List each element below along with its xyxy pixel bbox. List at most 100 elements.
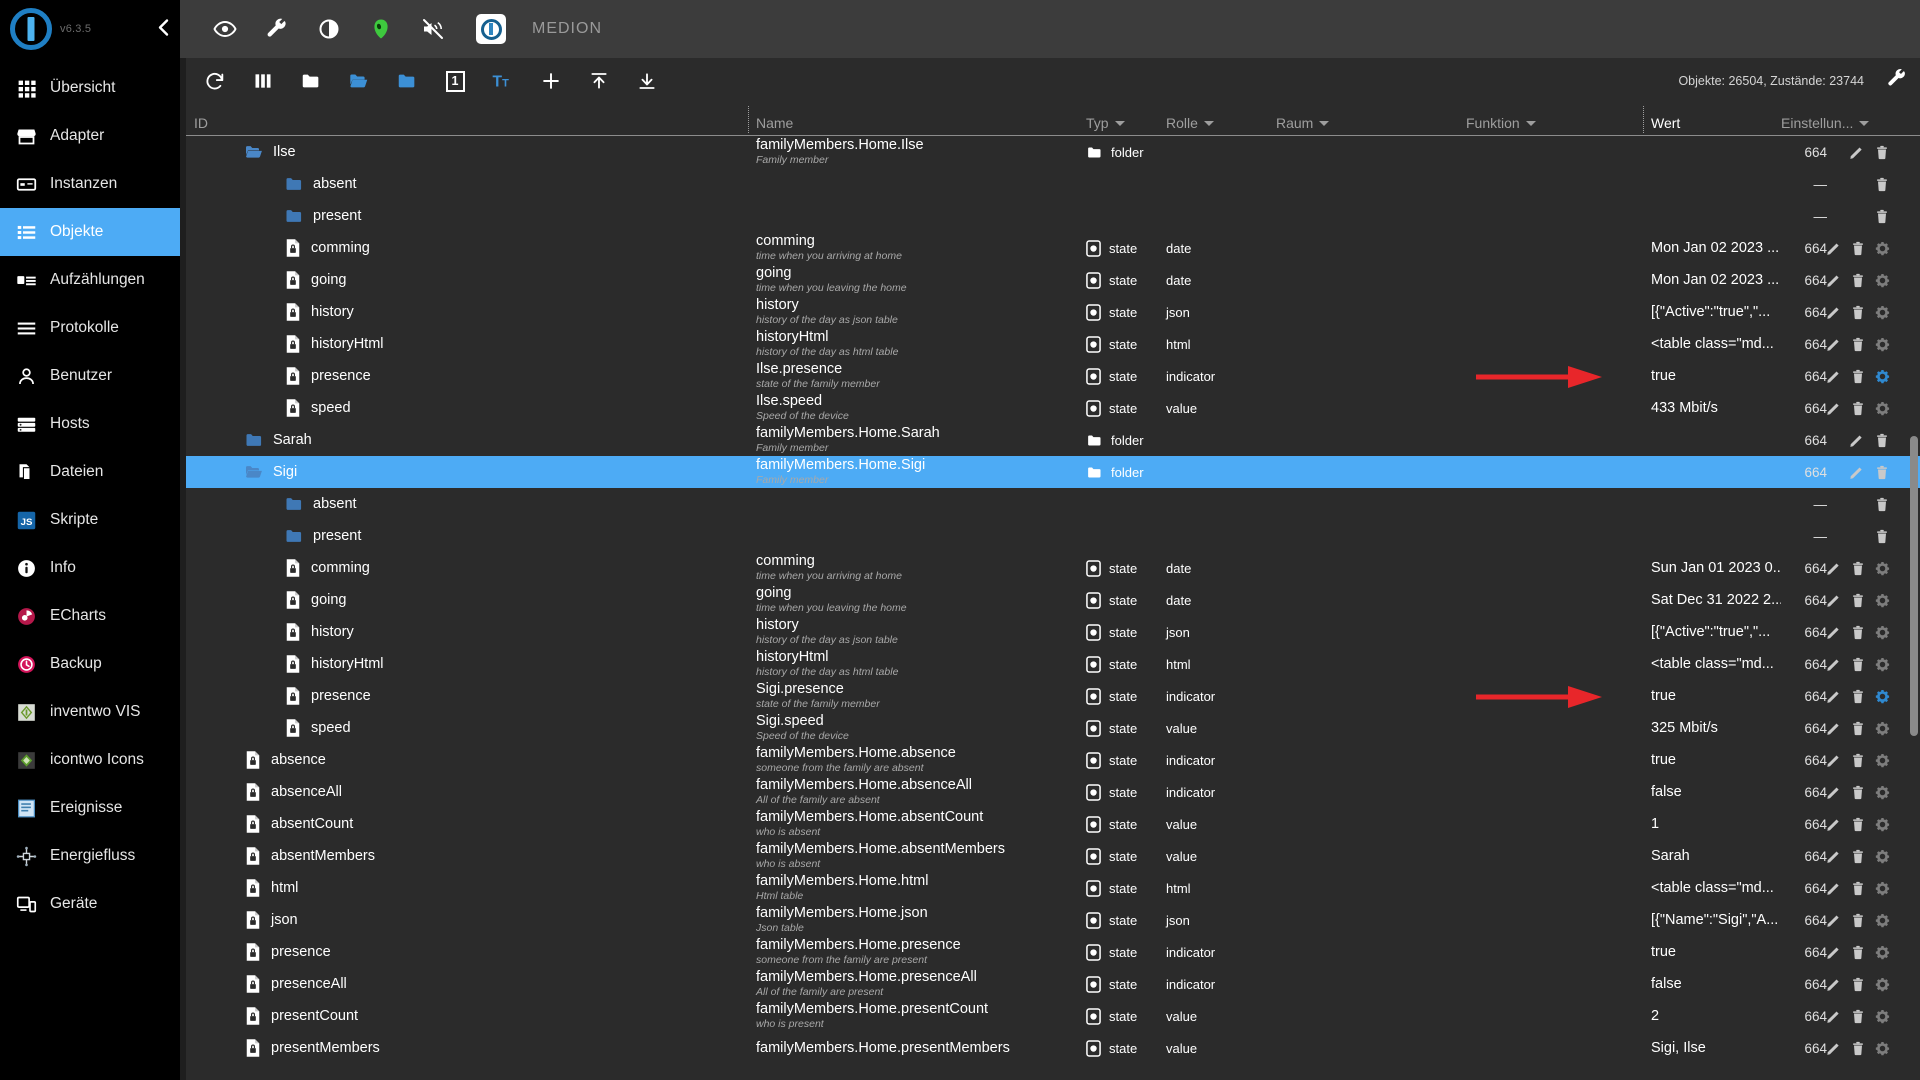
settings-gear-icon[interactable]	[1874, 655, 1891, 673]
table-row[interactable]: absent —	[186, 488, 1920, 520]
columns-button[interactable]	[248, 66, 278, 96]
settings-gear-icon[interactable]	[1874, 687, 1891, 705]
cell-wert[interactable]: Sat Dec 31 2022 2...	[1651, 592, 1781, 608]
column-header-id[interactable]: ID	[186, 104, 756, 135]
table-row[interactable]: speed Sigi.speed Speed of the device state v…	[186, 712, 1920, 744]
cell-id[interactable]: comming	[186, 552, 756, 584]
cell-id[interactable]: history	[186, 296, 756, 328]
edit-icon[interactable]	[1825, 783, 1842, 801]
alien-head-icon[interactable]	[366, 14, 396, 44]
delete-icon[interactable]	[1850, 335, 1866, 353]
cell-id[interactable]: presence	[186, 936, 756, 968]
cell-wert[interactable]: false	[1651, 784, 1781, 800]
edit-icon[interactable]	[1825, 719, 1842, 737]
cell-wert[interactable]: 2	[1651, 1008, 1781, 1024]
table-row[interactable]: presentMembers familyMembers.Home.present…	[186, 1032, 1920, 1064]
edit-icon[interactable]	[1825, 239, 1842, 257]
cell-wert[interactable]: false	[1651, 976, 1781, 992]
cell-wert[interactable]: <table class="md...	[1651, 656, 1781, 672]
settings-gear-icon[interactable]	[1874, 271, 1891, 289]
folder-icon[interactable]	[284, 174, 304, 194]
cell-id[interactable]: absence	[186, 744, 756, 776]
folder-icon[interactable]	[284, 206, 304, 226]
table-row[interactable]: history history history of the day as json…	[186, 616, 1920, 648]
sidebar-item-dateien[interactable]: Dateien	[0, 448, 180, 496]
folder-open-icon[interactable]	[244, 462, 264, 482]
cell-wert[interactable]: true	[1651, 752, 1781, 768]
chevron-down-icon[interactable]	[1203, 121, 1214, 126]
state-doc-icon[interactable]	[244, 782, 262, 802]
delete-icon[interactable]	[1873, 143, 1891, 161]
delete-icon[interactable]	[1873, 463, 1891, 481]
table-row[interactable]: comming comming time when you arriving at …	[186, 552, 1920, 584]
column-header-raum[interactable]: Raum	[1276, 104, 1466, 135]
sidebar-item-adapter[interactable]: Adapter	[0, 112, 180, 160]
delete-icon[interactable]	[1850, 943, 1866, 961]
settings-gear-icon[interactable]	[1874, 1039, 1891, 1057]
delete-icon[interactable]	[1850, 751, 1866, 769]
cell-id[interactable]: present	[186, 520, 756, 552]
table-settings-wrench-icon[interactable]	[1886, 68, 1908, 95]
table-row[interactable]: going going time when you leaving the home…	[186, 584, 1920, 616]
settings-gear-icon[interactable]	[1874, 335, 1891, 353]
cell-wert[interactable]: [{"Name":"Sigi","A...	[1651, 912, 1781, 928]
text-size-button[interactable]: TT	[488, 66, 518, 96]
edit-icon[interactable]	[1825, 1007, 1842, 1025]
table-row[interactable]: Sarah familyMembers.Home.Sarah Family memb…	[186, 424, 1920, 456]
sidebar-item-instanzen[interactable]: Instanzen	[0, 160, 180, 208]
settings-gear-icon[interactable]	[1874, 719, 1891, 737]
delete-icon[interactable]	[1850, 239, 1866, 257]
cell-id[interactable]: presence	[186, 680, 756, 712]
sidebar-item-protokolle[interactable]: Protokolle	[0, 304, 180, 352]
settings-gear-icon[interactable]	[1874, 943, 1891, 961]
cell-id[interactable]: historyHtml	[186, 648, 756, 680]
table-row[interactable]: history history history of the day as json…	[186, 296, 1920, 328]
delete-icon[interactable]	[1850, 1039, 1866, 1057]
delete-icon[interactable]	[1850, 1007, 1866, 1025]
delete-icon[interactable]	[1873, 175, 1891, 193]
edit-icon[interactable]	[1825, 1039, 1842, 1057]
folder-icon[interactable]	[244, 430, 264, 450]
delete-icon[interactable]	[1850, 783, 1866, 801]
sidebar-item-echarts[interactable]: ECharts	[0, 592, 180, 640]
cell-id[interactable]: Sarah	[186, 424, 756, 456]
cell-id[interactable]: Sigi	[186, 456, 756, 488]
table-row[interactable]: presentCount familyMembers.Home.presentCo…	[186, 1000, 1920, 1032]
cell-id[interactable]: present	[186, 200, 756, 232]
cell-wert[interactable]: Sun Jan 01 2023 0...	[1651, 560, 1781, 576]
expand-folder-button[interactable]	[392, 66, 422, 96]
cell-wert[interactable]: [{"Active":"true","...	[1651, 624, 1781, 640]
delete-icon[interactable]	[1850, 879, 1866, 897]
cell-wert[interactable]: [{"Active":"true","...	[1651, 304, 1781, 320]
export-button[interactable]	[632, 66, 662, 96]
state-doc-icon[interactable]	[284, 654, 302, 674]
table-row[interactable]: absentCount familyMembers.Home.absentCoun…	[186, 808, 1920, 840]
sidebar-item-objekte[interactable]: Objekte	[0, 208, 180, 256]
delete-icon[interactable]	[1850, 623, 1866, 641]
column-header-einstellungen[interactable]: Einstellun...	[1781, 104, 1901, 135]
cell-wert[interactable]: 325 Mbit/s	[1651, 720, 1781, 736]
cell-id[interactable]: absentMembers	[186, 840, 756, 872]
sidebar-item-hosts[interactable]: Hosts	[0, 400, 180, 448]
settings-gear-icon[interactable]	[1874, 239, 1891, 257]
sidebar-item-skripte[interactable]: JS Skripte	[0, 496, 180, 544]
table-row[interactable]: Ilse familyMembers.Home.Ilse Family member…	[186, 136, 1920, 168]
settings-gear-icon[interactable]	[1874, 751, 1891, 769]
sidebar-item-backup[interactable]: Backup	[0, 640, 180, 688]
delete-icon[interactable]	[1850, 911, 1866, 929]
edit-icon[interactable]	[1825, 847, 1842, 865]
cell-id[interactable]: Ilse	[186, 136, 756, 168]
sidebar-item-aufz-hlungen[interactable]: Aufzählungen	[0, 256, 180, 304]
edit-icon[interactable]	[1825, 623, 1842, 641]
edit-icon[interactable]	[1847, 431, 1865, 449]
settings-gear-icon[interactable]	[1874, 623, 1891, 641]
column-header-name[interactable]: Name	[748, 104, 1086, 135]
edit-icon[interactable]	[1847, 143, 1865, 161]
cell-id[interactable]: presentCount	[186, 1000, 756, 1032]
delete-icon[interactable]	[1873, 527, 1891, 545]
state-doc-icon[interactable]	[284, 398, 302, 418]
cell-id[interactable]: presence	[186, 360, 756, 392]
edit-icon[interactable]	[1825, 751, 1842, 769]
chevron-down-icon[interactable]	[1859, 121, 1870, 126]
wrench-icon[interactable]	[262, 14, 292, 44]
